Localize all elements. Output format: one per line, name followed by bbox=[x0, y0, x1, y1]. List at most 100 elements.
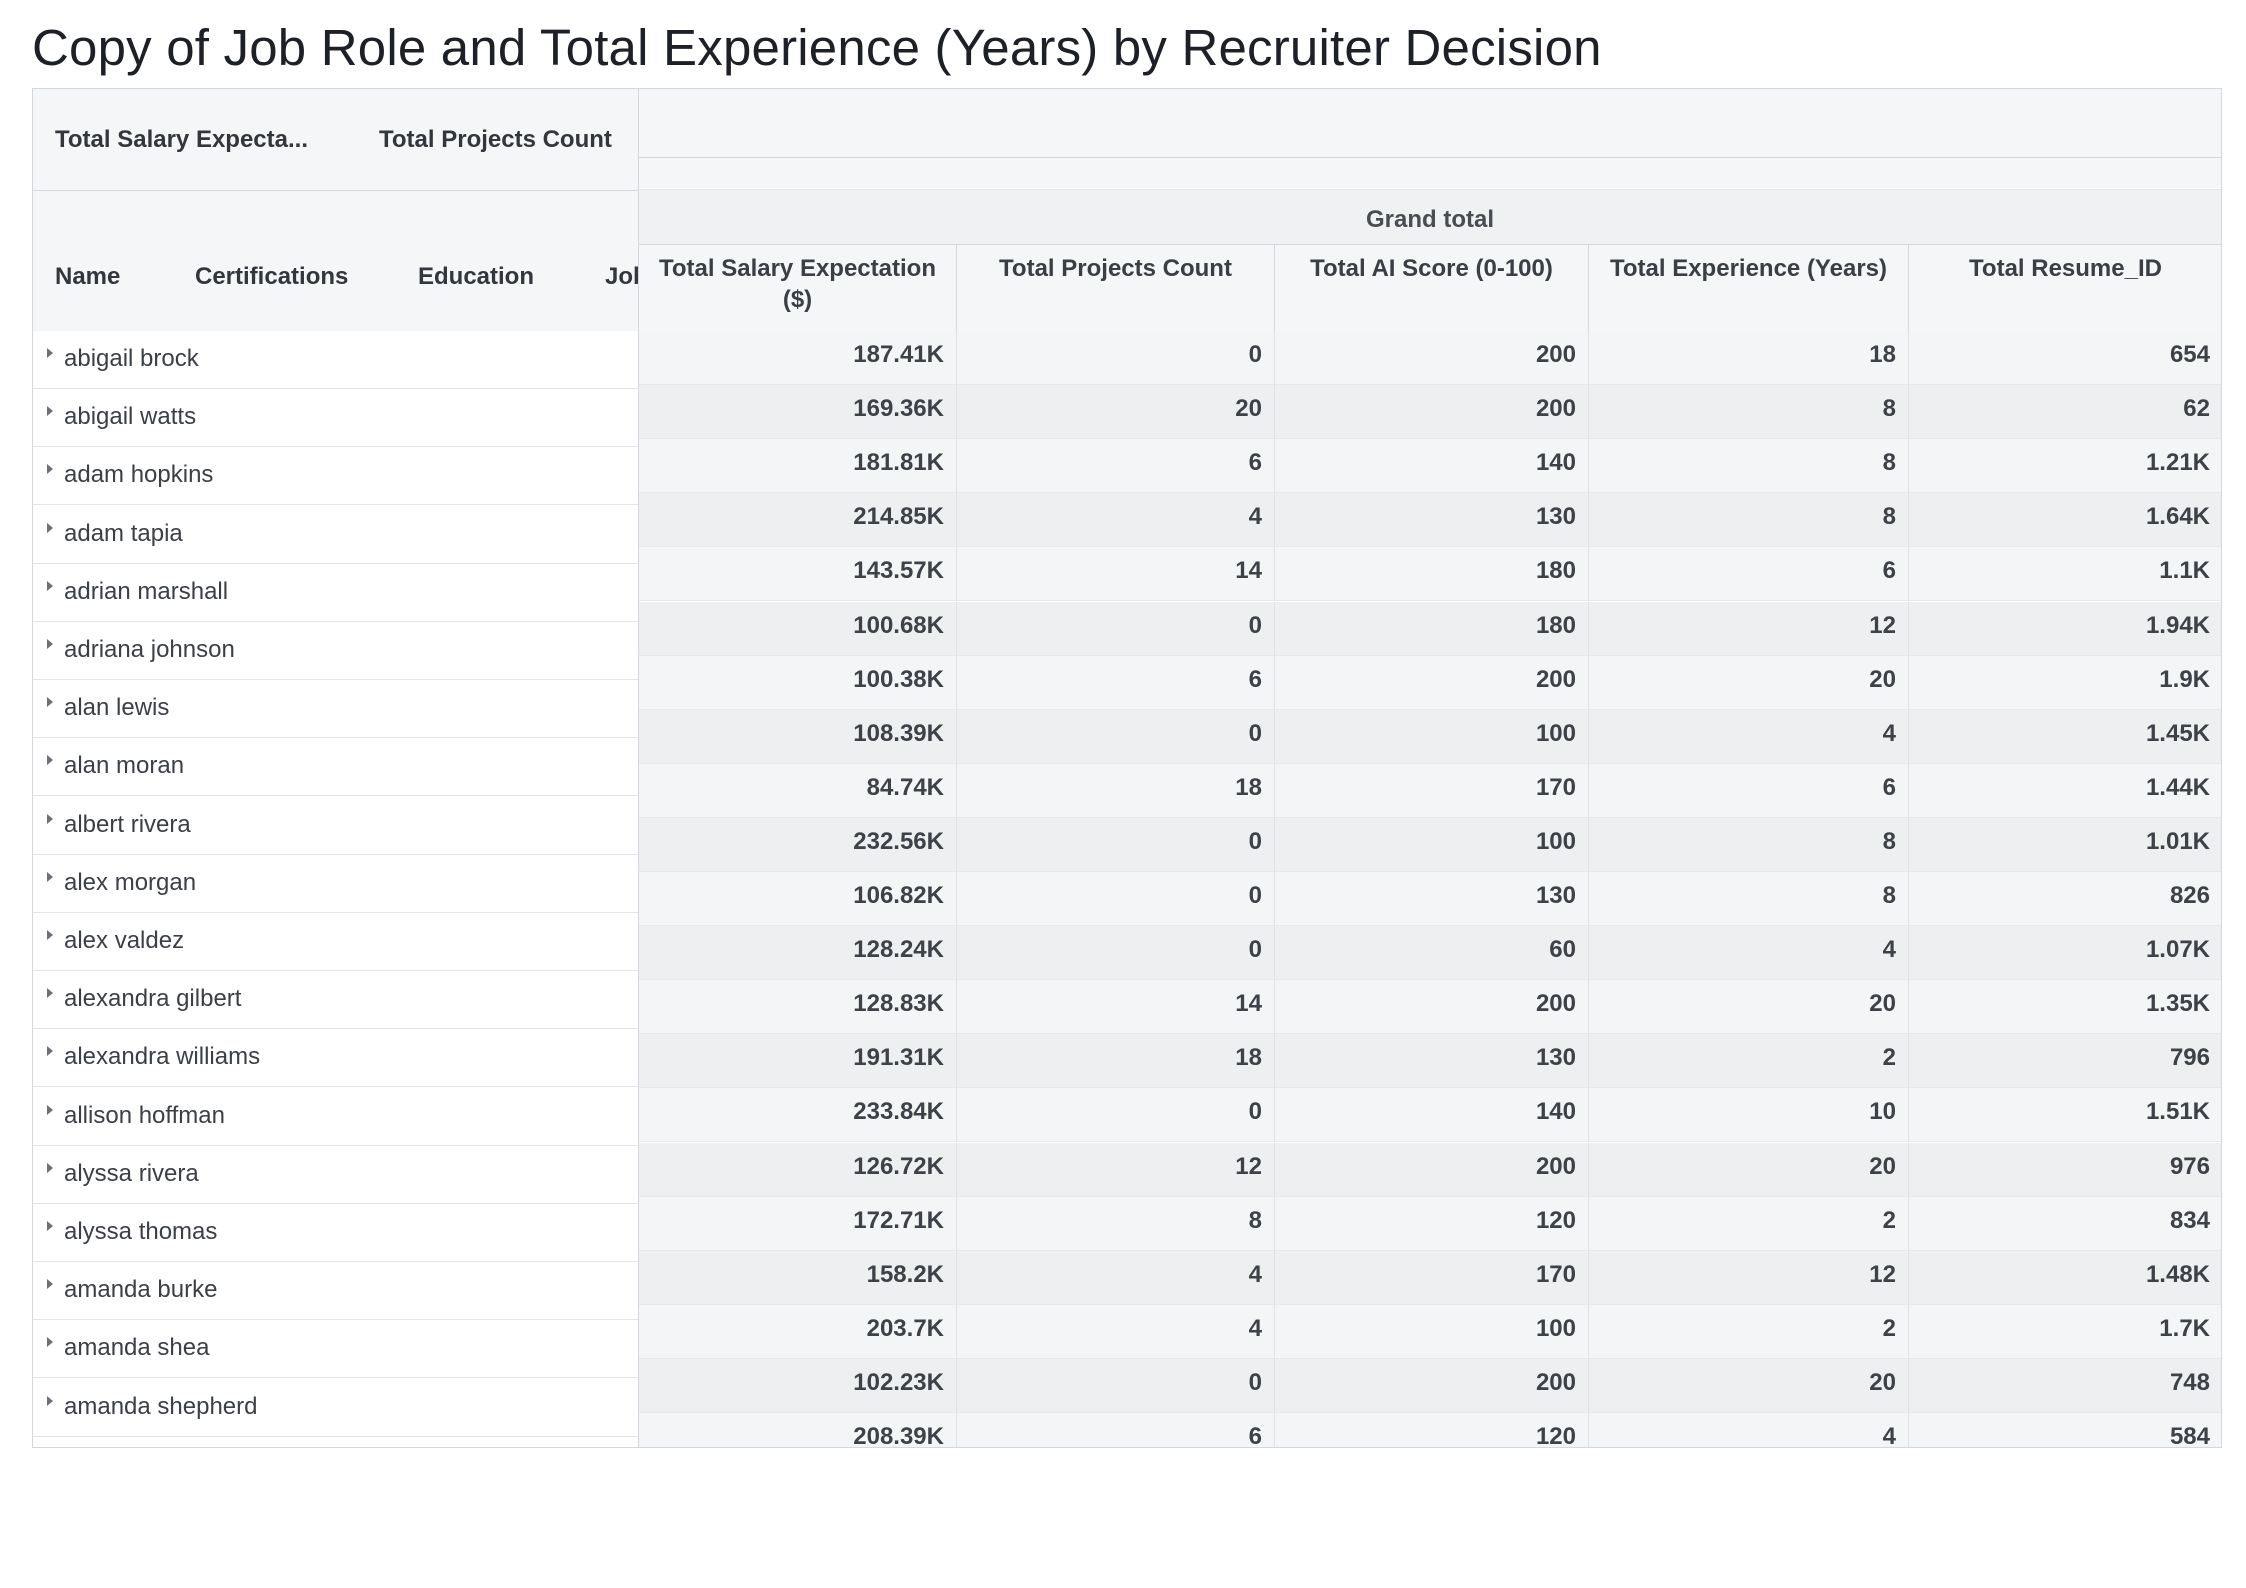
row-label[interactable]: alan moran bbox=[33, 738, 638, 797]
col-header-resume-id[interactable]: Total Resume_ID bbox=[1909, 245, 2221, 331]
row-label-text: alexandra williams bbox=[64, 1043, 261, 1071]
col-header-ai-score[interactable]: Total AI Score (0-100) bbox=[1275, 245, 1589, 331]
cell-ai-score: 200 bbox=[1275, 331, 1589, 385]
col-header-salary[interactable]: Total Salary Expectation ($) bbox=[639, 245, 957, 331]
cell-ai-score: 120 bbox=[1275, 1196, 1589, 1251]
row-label[interactable]: alyssa thomas bbox=[33, 1204, 638, 1262]
row-field-certifications[interactable]: Certifications bbox=[195, 263, 348, 291]
table-row: 232.56K 0 100 8 1.01K bbox=[639, 817, 2221, 872]
cell-experience: 12 bbox=[1589, 1250, 1909, 1305]
row-label[interactable]: alex morgan bbox=[33, 854, 638, 913]
expand-caret-icon[interactable] bbox=[47, 1395, 53, 1406]
expand-caret-icon[interactable] bbox=[47, 871, 53, 882]
table-row: 191.31K 18 130 2 796 bbox=[639, 1034, 2221, 1089]
row-label[interactable]: amanda burke bbox=[33, 1262, 638, 1321]
cell-experience: 2 bbox=[1589, 1034, 1909, 1089]
row-label[interactable]: adam tapia bbox=[33, 505, 638, 564]
cell-experience: 20 bbox=[1589, 1142, 1909, 1197]
cell-salary: 143.57K bbox=[639, 547, 957, 602]
table-row: 214.85K 4 130 8 1.64K bbox=[639, 493, 2221, 548]
grand-total-header: Grand total bbox=[639, 189, 2221, 245]
row-label[interactable]: alex valdez bbox=[33, 913, 638, 971]
row-label-text: alan moran bbox=[64, 752, 185, 780]
expand-caret-icon[interactable] bbox=[47, 930, 53, 940]
cell-salary: 108.39K bbox=[639, 709, 957, 764]
row-label-text: alyssa rivera bbox=[64, 1159, 199, 1187]
expand-caret-icon[interactable] bbox=[47, 988, 53, 999]
value-fields-header: Total Salary Expecta... Total Projects C… bbox=[33, 89, 638, 191]
cell-ai-score: 140 bbox=[1275, 439, 1589, 494]
cell-experience: 20 bbox=[1589, 1358, 1909, 1413]
cell-salary: 214.85K bbox=[639, 493, 957, 548]
cell-experience: 8 bbox=[1589, 385, 1909, 440]
row-label[interactable]: amanda shea bbox=[33, 1320, 638, 1379]
row-label[interactable]: abigail watts bbox=[33, 389, 638, 448]
expand-caret-icon[interactable] bbox=[47, 697, 53, 708]
expand-caret-icon[interactable] bbox=[47, 813, 53, 824]
row-label-text: allison hoffman bbox=[64, 1101, 225, 1129]
expand-caret-icon[interactable] bbox=[47, 639, 53, 649]
cell-resume-id: 1.07K bbox=[2145, 936, 2210, 964]
cell-salary: 126.72K bbox=[639, 1142, 957, 1197]
row-label[interactable]: albert rivera bbox=[33, 796, 638, 855]
row-label[interactable]: alexandra williams bbox=[33, 1029, 638, 1088]
cell-experience: 12 bbox=[1589, 601, 1909, 656]
row-label[interactable]: adam hopkins bbox=[33, 447, 638, 506]
row-label[interactable]: allison hoffman bbox=[33, 1087, 638, 1146]
row-field-job-role[interactable]: Job Role bbox=[605, 263, 638, 291]
row-label[interactable]: abigail brock bbox=[33, 331, 638, 389]
cell-resume-id: 1.01K bbox=[2145, 827, 2210, 855]
table-row: 106.82K 0 130 8 826 bbox=[639, 872, 2221, 926]
column-header-blank bbox=[639, 89, 2221, 158]
col-header-projects[interactable]: Total Projects Count bbox=[957, 245, 1275, 331]
table-row: 172.71K 8 120 2 834 bbox=[639, 1196, 2221, 1251]
cell-salary: 128.83K bbox=[639, 980, 957, 1035]
cell-projects: 4 bbox=[957, 493, 1275, 548]
row-label[interactable]: alyssa rivera bbox=[33, 1145, 638, 1204]
expand-caret-icon[interactable] bbox=[47, 406, 53, 417]
value-field-projects[interactable]: Total Projects Count bbox=[379, 126, 612, 154]
expand-caret-icon[interactable] bbox=[47, 580, 53, 591]
row-fields-header: Name Certifications Education Job Role bbox=[33, 191, 638, 332]
cell-salary: 203.7K bbox=[639, 1304, 957, 1359]
row-label[interactable]: alexandra gilbert bbox=[33, 971, 638, 1030]
row-label-text: abigail brock bbox=[64, 345, 199, 372]
table-row: 128.24K 0 60 4 1.07K bbox=[639, 926, 2221, 981]
expand-caret-icon[interactable] bbox=[47, 1104, 53, 1115]
row-label[interactable]: adriana johnson bbox=[33, 622, 638, 680]
cell-projects: 6 bbox=[957, 439, 1275, 494]
cell-ai-score: 200 bbox=[1275, 655, 1589, 710]
expand-caret-icon[interactable] bbox=[47, 1279, 53, 1290]
expand-caret-icon[interactable] bbox=[47, 1046, 53, 1057]
cell-resume-id: 1.21K bbox=[2145, 449, 2210, 477]
expand-caret-icon[interactable] bbox=[47, 522, 53, 533]
col-header-experience[interactable]: Total Experience (Years) bbox=[1589, 245, 1909, 331]
row-field-education[interactable]: Education bbox=[418, 263, 534, 291]
cell-ai-score: 130 bbox=[1275, 493, 1589, 548]
cell-resume-id: 1.48K bbox=[2145, 1260, 2210, 1288]
table-row: 233.84K 0 140 10 1.51K bbox=[639, 1088, 2221, 1143]
expand-caret-icon[interactable] bbox=[47, 755, 53, 766]
row-label[interactable]: amanda shepherd bbox=[33, 1378, 638, 1437]
cell-salary: 232.56K bbox=[639, 817, 957, 872]
measure-headers: Total Salary Expectation ($) Total Proje… bbox=[639, 245, 2221, 332]
cell-projects: 0 bbox=[957, 601, 1275, 656]
table-row: 108.39K 0 100 4 1.45K bbox=[639, 709, 2221, 764]
cell-projects: 6 bbox=[957, 655, 1275, 710]
row-label-text: alyssa thomas bbox=[64, 1218, 218, 1245]
cell-ai-score: 180 bbox=[1275, 601, 1589, 656]
table-row: 143.57K 14 180 6 1.1K bbox=[639, 547, 2221, 602]
expand-caret-icon[interactable] bbox=[47, 1221, 53, 1231]
row-header-pane: Total Salary Expecta... Total Projects C… bbox=[33, 89, 639, 1447]
expand-caret-icon[interactable] bbox=[47, 464, 53, 475]
row-label[interactable]: adrian marshall bbox=[33, 563, 638, 622]
expand-caret-icon[interactable] bbox=[47, 1162, 53, 1173]
grand-total-label: Grand total bbox=[1365, 206, 1494, 233]
row-label[interactable]: alan lewis bbox=[33, 680, 638, 739]
value-field-salary[interactable]: Total Salary Expecta... bbox=[55, 126, 308, 154]
expand-caret-icon[interactable] bbox=[47, 1337, 53, 1348]
cell-ai-score: 170 bbox=[1275, 1250, 1589, 1305]
row-field-name[interactable]: Name bbox=[55, 263, 120, 291]
cell-projects: 0 bbox=[957, 709, 1275, 764]
expand-caret-icon[interactable] bbox=[47, 348, 53, 358]
